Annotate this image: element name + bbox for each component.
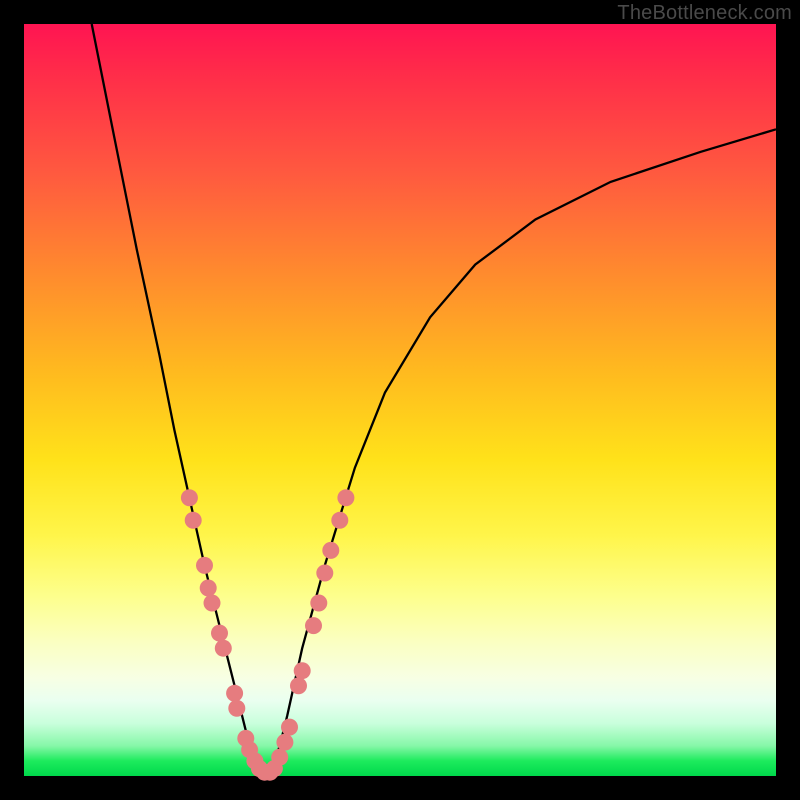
- highlight-dot: [316, 565, 333, 582]
- bottleneck-curve: [92, 24, 776, 776]
- highlight-dot: [204, 595, 221, 612]
- highlight-dot: [211, 625, 228, 642]
- highlight-dot: [228, 700, 245, 717]
- highlight-dot: [331, 512, 348, 529]
- chart-svg: [24, 24, 776, 776]
- highlight-dot: [226, 685, 243, 702]
- highlight-dot: [196, 557, 213, 574]
- highlight-dot: [337, 489, 354, 506]
- highlight-dot: [215, 640, 232, 657]
- highlight-dot: [310, 595, 327, 612]
- highlight-dot: [322, 542, 339, 559]
- highlight-dot: [271, 749, 288, 766]
- highlight-dot: [185, 512, 202, 529]
- outer-frame: TheBottleneck.com: [0, 0, 800, 800]
- highlight-dot: [281, 719, 298, 736]
- highlight-dot: [290, 677, 307, 694]
- highlight-dots: [181, 489, 355, 780]
- highlight-dot: [305, 617, 322, 634]
- highlight-dot: [200, 580, 217, 597]
- highlight-dot: [294, 662, 311, 679]
- attribution-text: TheBottleneck.com: [617, 2, 792, 25]
- highlight-dot: [181, 489, 198, 506]
- highlight-dot: [276, 734, 293, 751]
- plot-area: [24, 24, 776, 776]
